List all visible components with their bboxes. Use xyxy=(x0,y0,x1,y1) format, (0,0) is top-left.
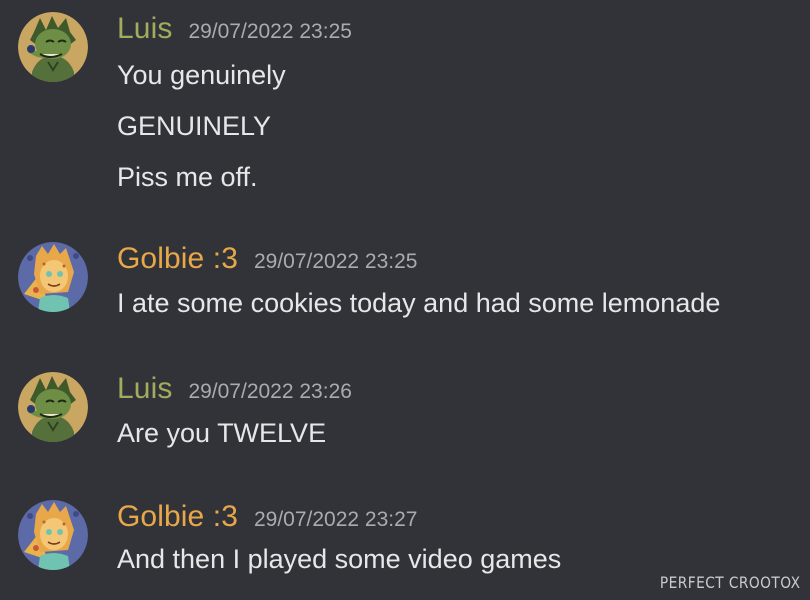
green-wolf-avatar-icon xyxy=(18,372,88,442)
message-group-golbie-2: Golbie :3 29/07/2022 23:27 And then I pla… xyxy=(18,500,798,580)
message-text: You genuinely xyxy=(117,60,286,90)
username[interactable]: Luis xyxy=(117,372,172,405)
message-text: GENUINELY xyxy=(117,111,272,141)
message-header: Luis 29/07/2022 23:25 xyxy=(117,12,352,46)
user-avatar-golbie[interactable] xyxy=(18,242,88,312)
user-avatar-luis[interactable] xyxy=(18,372,88,442)
message-header: Golbie :3 29/07/2022 23:25 xyxy=(117,242,417,276)
timestamp: 29/07/2022 23:25 xyxy=(253,250,418,273)
timestamp: 29/07/2022 23:26 xyxy=(188,380,352,403)
message-text: Piss me off. xyxy=(117,162,258,192)
watermark: PERFECT CROOTOX xyxy=(659,573,800,592)
message-group-luis-1: Luis 29/07/2022 23:25 You genuinely GENUI… xyxy=(18,12,798,202)
message-header: Luis 29/07/2022 23:26 xyxy=(117,372,352,406)
timestamp: 29/07/2022 23:27 xyxy=(253,508,418,531)
user-avatar-luis[interactable] xyxy=(18,12,88,82)
message-group-golbie-1: Golbie :3 29/07/2022 23:25 I ate some coo… xyxy=(18,242,798,322)
message-group-luis-2: Luis 29/07/2022 23:26 Are you TWELVE xyxy=(18,372,798,452)
username[interactable]: Golbie :3 xyxy=(117,500,238,533)
username[interactable]: Golbie :3 xyxy=(117,242,238,275)
message-text: And then I played some video games xyxy=(117,544,562,574)
user-avatar-golbie[interactable] xyxy=(18,500,88,570)
green-wolf-avatar-icon xyxy=(18,12,88,82)
message-text: Are you TWELVE xyxy=(117,418,327,448)
orange-cat-pizza-avatar-icon xyxy=(18,500,88,570)
chat-log: Luis 29/07/2022 23:25 You genuinely GENUI… xyxy=(0,0,810,600)
message-text: I ate some cookies today and had some le… xyxy=(117,288,721,318)
message-header: Golbie :3 29/07/2022 23:27 xyxy=(117,500,417,534)
timestamp: 29/07/2022 23:25 xyxy=(188,20,352,43)
username[interactable]: Luis xyxy=(117,12,172,45)
orange-cat-pizza-avatar-icon xyxy=(18,242,88,312)
